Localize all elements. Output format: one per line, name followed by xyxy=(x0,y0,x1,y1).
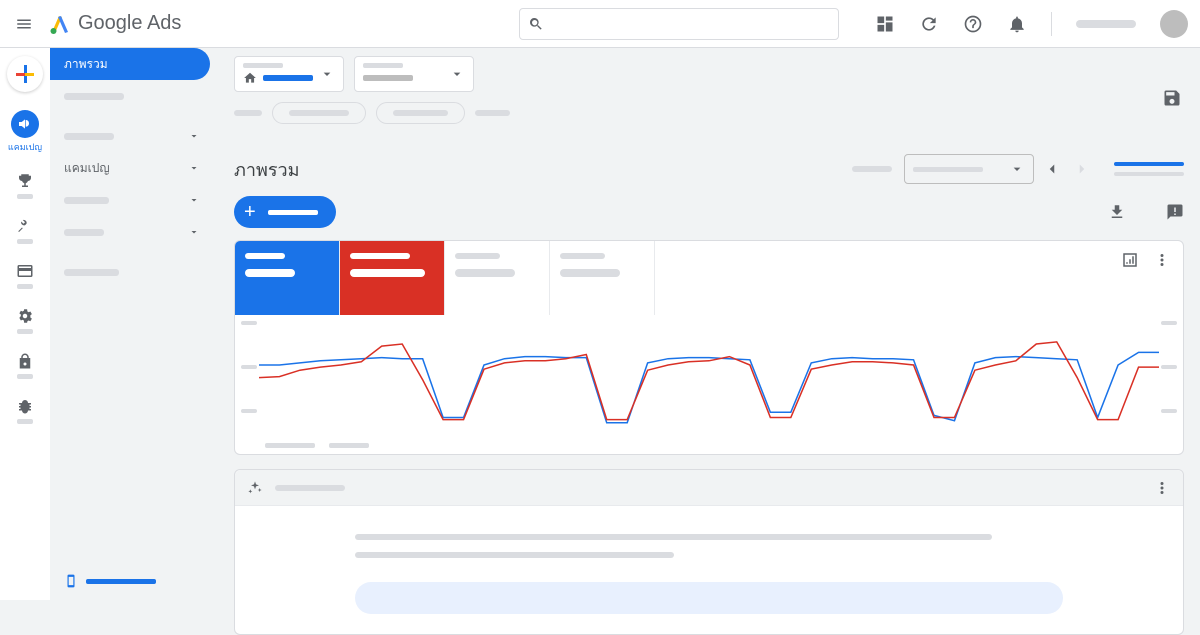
home-icon xyxy=(243,71,257,85)
left-rail: แคมเปญ xyxy=(0,48,50,600)
sidebar-item[interactable] xyxy=(50,120,210,152)
sidebar: ภาพรวม แคมเปญ xyxy=(50,48,210,600)
chevron-down-icon xyxy=(188,162,200,174)
sidebar-overview[interactable]: ภาพรวม xyxy=(50,48,210,80)
page-title: ภาพรวม xyxy=(234,155,299,184)
help-icon[interactable] xyxy=(963,14,983,34)
sidebar-device-link[interactable] xyxy=(64,574,156,588)
date-next-button[interactable] xyxy=(1070,157,1094,181)
bug-icon xyxy=(16,397,34,415)
brand-text: Google Ads xyxy=(78,12,181,35)
rail-admin[interactable] xyxy=(16,307,34,334)
chevron-right-icon xyxy=(1073,160,1091,178)
rail-billing[interactable] xyxy=(16,262,34,289)
sidebar-item[interactable] xyxy=(50,80,210,112)
megaphone-icon xyxy=(17,116,33,132)
search-icon xyxy=(528,16,544,32)
sidebar-campaigns[interactable]: แคมเปญ xyxy=(50,152,210,184)
tools-icon xyxy=(16,217,34,235)
header-actions xyxy=(875,10,1188,38)
filter-chip[interactable] xyxy=(376,102,465,124)
plus-icon: + xyxy=(244,201,256,224)
metric-tile-3[interactable] xyxy=(445,241,550,315)
create-fab[interactable] xyxy=(7,56,43,92)
ads-logo-icon xyxy=(48,12,72,36)
more-icon[interactable] xyxy=(1153,251,1171,269)
chart-settings-icon[interactable] xyxy=(1121,251,1139,269)
campaign-selector[interactable] xyxy=(354,56,474,92)
main-content: ภาพรวม + xyxy=(210,48,1200,600)
metric-tile-4[interactable] xyxy=(550,241,655,315)
card-icon xyxy=(16,262,34,280)
chart-legend xyxy=(265,443,369,448)
compare-toggle[interactable] xyxy=(1114,162,1184,176)
divider xyxy=(1051,12,1052,36)
chevron-down-icon xyxy=(449,66,465,82)
metric-tile-2[interactable] xyxy=(340,241,445,315)
hamburger-icon xyxy=(15,15,33,33)
chevron-left-icon xyxy=(1043,160,1061,178)
reports-icon[interactable] xyxy=(875,14,895,34)
search-box[interactable] xyxy=(519,8,839,40)
trend-chart xyxy=(259,323,1159,428)
account-selector[interactable] xyxy=(234,56,344,92)
insight-title-skeleton xyxy=(275,485,345,491)
rail-tools[interactable] xyxy=(16,217,34,244)
insight-card xyxy=(234,469,1184,635)
feedback-icon xyxy=(1166,203,1184,221)
rail-campaigns-label: แคมเปญ xyxy=(8,140,42,154)
sparkle-icon xyxy=(247,480,263,496)
insight-body xyxy=(235,506,1183,634)
refresh-icon[interactable] xyxy=(919,14,939,34)
sidebar-campaigns-label: แคมเปญ xyxy=(64,159,110,178)
menu-button[interactable] xyxy=(12,12,36,36)
rail-bugs[interactable] xyxy=(16,397,34,424)
save-icon xyxy=(1162,88,1182,108)
new-campaign-button[interactable]: + xyxy=(234,196,336,228)
chevron-down-icon xyxy=(188,226,200,238)
sidebar-item[interactable] xyxy=(50,256,210,288)
action-row: + xyxy=(234,196,1184,228)
phone-icon xyxy=(64,574,78,588)
metrics-chart-card xyxy=(234,240,1184,455)
filter-chip[interactable] xyxy=(272,102,366,124)
more-icon[interactable] xyxy=(1153,479,1171,497)
chart-body xyxy=(235,315,1183,454)
chevron-down-icon xyxy=(188,194,200,206)
sidebar-overview-label: ภาพรวม xyxy=(64,55,108,74)
lock-icon xyxy=(16,352,34,370)
chart-card-actions xyxy=(1109,241,1183,315)
app-header: Google Ads xyxy=(0,0,1200,48)
page-header-row: ภาพรวม xyxy=(234,154,1184,184)
sidebar-item[interactable] xyxy=(50,216,210,248)
breadcrumbs xyxy=(234,102,1184,124)
save-view-button[interactable] xyxy=(1162,88,1182,108)
avatar[interactable] xyxy=(1160,10,1188,38)
metric-tile-1[interactable] xyxy=(235,241,340,315)
brand-logo: Google Ads xyxy=(48,12,181,36)
gear-icon xyxy=(16,307,34,325)
search-input[interactable] xyxy=(552,16,830,31)
chevron-down-icon xyxy=(188,130,200,142)
insight-action-pill[interactable] xyxy=(355,582,1063,614)
scope-selectors xyxy=(234,56,1184,92)
date-range-picker[interactable] xyxy=(904,154,1034,184)
rail-security[interactable] xyxy=(16,352,34,379)
notifications-icon[interactable] xyxy=(1007,14,1027,34)
feedback-button[interactable] xyxy=(1166,203,1184,221)
trophy-icon xyxy=(16,172,34,190)
date-prev-button[interactable] xyxy=(1040,157,1064,181)
metric-tiles xyxy=(235,241,1183,315)
chevron-down-icon xyxy=(1009,161,1025,177)
insight-header xyxy=(235,470,1183,506)
rail-campaigns[interactable]: แคมเปญ xyxy=(8,110,42,154)
account-label-skeleton xyxy=(1076,20,1136,28)
chevron-down-icon xyxy=(319,66,335,82)
rail-goals[interactable] xyxy=(16,172,34,199)
download-button[interactable] xyxy=(1108,203,1126,221)
download-icon xyxy=(1108,203,1126,221)
sidebar-item[interactable] xyxy=(50,184,210,216)
